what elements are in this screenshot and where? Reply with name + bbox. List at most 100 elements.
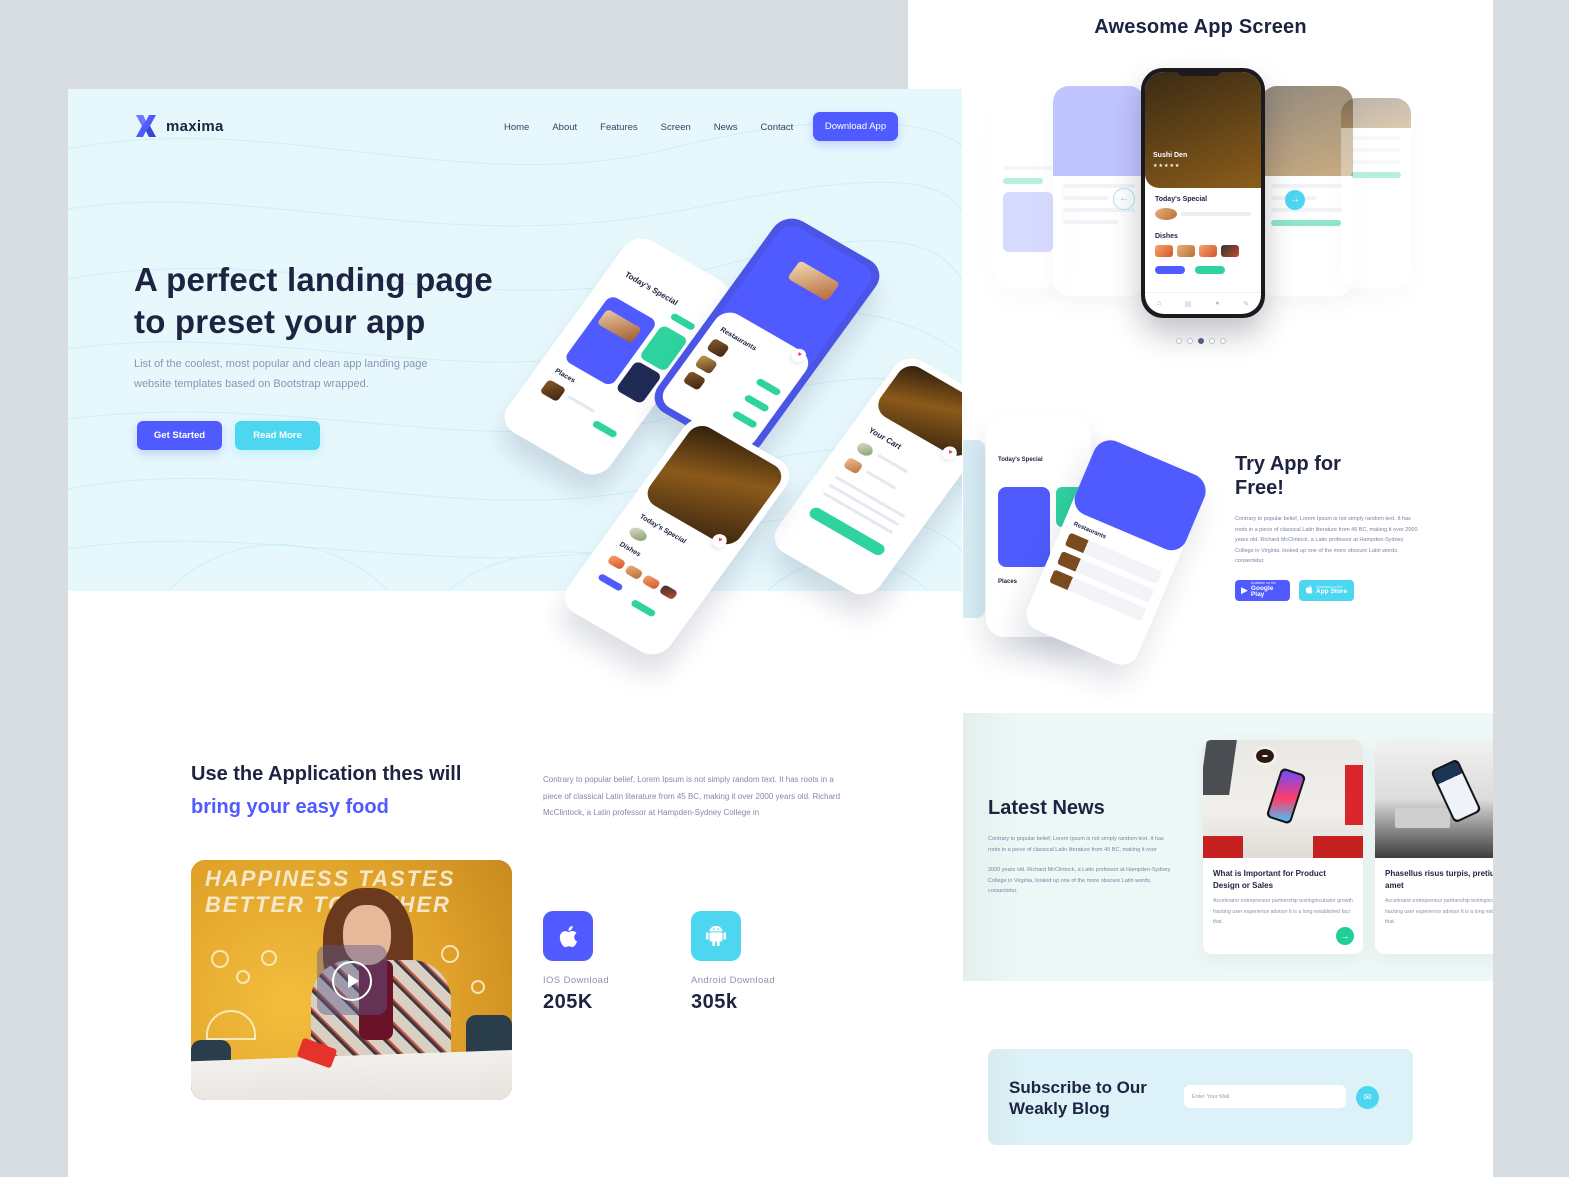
phone-screen-title: Today's Special (622, 270, 680, 308)
carousel-dot-2[interactable] (1186, 338, 1193, 344)
app-store-button[interactable]: Download on the App Store (1299, 580, 1354, 601)
get-started-button[interactable]: Get Started (137, 421, 222, 450)
features-title-accent: bring your easy food (191, 796, 389, 818)
news-card-title: What is Important for Product Design or … (1213, 869, 1326, 890)
stat-value: 305k (691, 991, 738, 1013)
apple-icon (543, 911, 593, 961)
brand-logo[interactable]: maxima (133, 113, 224, 139)
nav-news[interactable]: News (714, 122, 738, 133)
right-panel: Awesome App Screen ← → Sushi Den ★★★★★ T… (908, 0, 1493, 1177)
nav-about[interactable]: About (552, 122, 577, 133)
stat-label: IOS Download (543, 975, 610, 986)
featured-phone-mockup: Sushi Den ★★★★★ ♥ Today's Special Dishes… (1141, 68, 1265, 318)
phone-section-label: Places (553, 367, 577, 385)
stat-android-downloads: Android Download 305k (691, 911, 775, 1014)
phone-section-label: Dishes (617, 541, 642, 559)
app-screen-carousel[interactable]: ← → Sushi Den ★★★★★ ♥ Today's Special Di… (993, 68, 1413, 328)
nav-screen[interactable]: Screen (661, 122, 691, 133)
home-icon: ⌂ (1156, 300, 1162, 307)
promo-video[interactable]: HAPPINESS TASTES BETTER TOGETHER (191, 860, 512, 1100)
news-card[interactable]: Phasellus risus turpis, pretium sit amet… (1375, 740, 1493, 954)
hero-subtitle: List of the coolest, most popular and cl… (134, 358, 428, 390)
screens-title: Awesome App Screen (1094, 16, 1307, 38)
news-card-image (1375, 740, 1493, 858)
stat-ios-downloads: IOS Download 205K (543, 911, 609, 1014)
chat-icon: ● (1215, 300, 1220, 307)
try-app-title: Try App for Free! (1235, 452, 1341, 500)
subscribe-title-line2: Weakly Blog (1009, 1099, 1110, 1118)
arrow-left-icon: ← (1119, 193, 1129, 204)
store-buttons: ▶ Available on the Google Play Download o… (1235, 580, 1354, 601)
try-app-title-line1: Try App for (1235, 453, 1341, 475)
try-app-phones-illustration: Today's Special Places Restaurants (986, 412, 1212, 671)
menu-icon: ▤ (1184, 300, 1192, 308)
left-panel: maxima Home About Features Screen News C… (68, 89, 962, 1177)
apple-icon (1305, 585, 1313, 596)
tools-icon: ✎ (1243, 300, 1250, 308)
rating-stars: ★★★★★ (1153, 163, 1181, 169)
video-wall-line1: HAPPINESS TASTES (205, 866, 456, 891)
carousel-dots (908, 338, 1493, 344)
news-text: Contrary to popular belief, Lorem Ipsum … (988, 834, 1173, 897)
stat-value: 205K (543, 991, 593, 1013)
app-store-small-label: Download on the (1316, 584, 1343, 589)
phone-label-today: Today's Special (998, 457, 1043, 463)
google-play-small-label: Available on the (1250, 581, 1276, 586)
features-title-line1: Use the Application thes will (191, 763, 462, 785)
ghost-phone-far-right (1341, 98, 1411, 288)
google-play-icon: ▶ (1241, 585, 1248, 595)
android-icon (691, 911, 741, 961)
read-more-button[interactable]: → (1336, 927, 1354, 945)
try-app-text: Contrary to popular belief, Lorem Ipsum … (1235, 516, 1418, 564)
email-input[interactable] (1184, 1085, 1346, 1108)
nav-contact[interactable]: Contact (761, 122, 794, 133)
hero-phones-illustration: Today's Special Places ♥ Restaurants ♥ Y… (496, 211, 962, 669)
news-title: Latest News (988, 797, 1105, 819)
carousel-dot-3[interactable] (1197, 338, 1204, 344)
carousel-dot-4[interactable] (1208, 338, 1215, 344)
subscribe-title: Subscribe to Our Weakly Blog (1009, 1077, 1147, 1119)
read-more-button[interactable]: Read More (235, 421, 320, 450)
subscribe-title-line1: Subscribe to Our (1009, 1078, 1147, 1097)
google-play-button[interactable]: ▶ Available on the Google Play (1235, 580, 1290, 601)
arrow-right-icon: → (1290, 194, 1300, 205)
subscribe-section: Subscribe to Our Weakly Blog ✉ (988, 1049, 1413, 1145)
hero-title-line2: to preset your app (134, 303, 426, 340)
nav-features[interactable]: Features (600, 122, 638, 133)
arrow-right-icon: → (1340, 931, 1350, 941)
decorative-strip (963, 440, 985, 618)
news-card-desc: Accelerator entrepreneur partnership tes… (1385, 898, 1493, 925)
x-logo-icon (133, 113, 159, 139)
stat-label: Android Download (691, 975, 776, 986)
restaurant-name: Sushi Den (1153, 152, 1188, 159)
carousel-next-button[interactable]: → (1285, 190, 1305, 210)
features-text: Contrary to popular belief, Lorem Ipsum … (543, 775, 841, 817)
latest-news-section: Latest News Contrary to popular belief, … (963, 713, 1493, 981)
app-store-label: App Store (1316, 588, 1348, 595)
news-text-p2: 2000 years old. Richard McClintock, a La… (988, 867, 1171, 894)
nav-home[interactable]: Home (504, 122, 529, 133)
carousel-dot-5[interactable] (1219, 338, 1226, 344)
google-play-label: Google Play (1250, 584, 1274, 599)
hero-title: A perfect landing page to preset your ap… (134, 259, 493, 343)
mail-icon: ✉ (1363, 1092, 1372, 1102)
features-title: Use the Application thes will bring your… (191, 758, 461, 824)
section-dishes: Dishes (1155, 233, 1178, 240)
brand-name: maxima (166, 117, 224, 135)
carousel-prev-button[interactable]: ← (1113, 188, 1135, 210)
ghost-phone-right (1261, 86, 1353, 296)
play-icon[interactable] (332, 961, 372, 1001)
news-card-image (1203, 740, 1363, 858)
news-card-desc: Accelerator entrepreneur partnership tes… (1213, 898, 1353, 925)
section-todays-special: Today's Special (1155, 196, 1208, 203)
download-app-button[interactable]: Download App (813, 112, 898, 141)
hero-title-line1: A perfect landing page (134, 261, 493, 298)
try-app-title-line2: Free! (1235, 477, 1284, 499)
phone-label-places: Places (998, 579, 1018, 585)
news-text-p1: Contrary to popular belief, Lorem Ipsum … (988, 836, 1164, 853)
news-card-title: Phasellus risus turpis, pretium sit amet (1385, 869, 1493, 890)
carousel-dot-1[interactable] (1175, 338, 1182, 344)
main-nav: Home About Features Screen News Contact (504, 122, 793, 133)
subscribe-button[interactable]: ✉ (1356, 1086, 1379, 1109)
news-card[interactable]: What is Important for Product Design or … (1203, 740, 1363, 954)
